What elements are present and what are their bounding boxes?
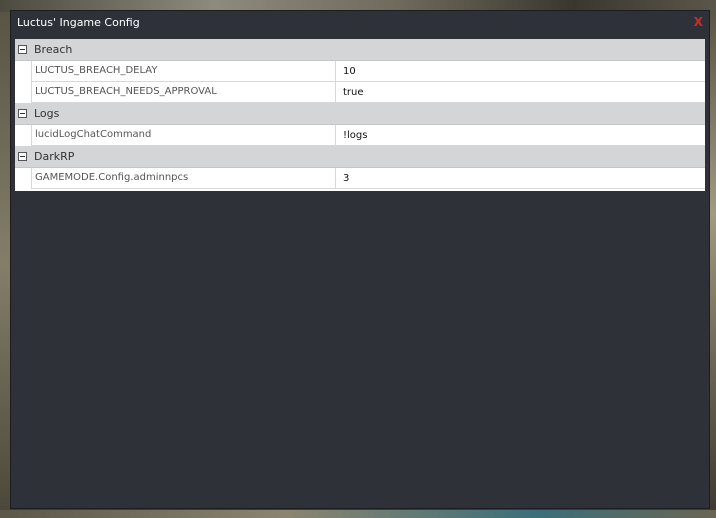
- config-window: Luctus' Ingame Config X Breach LUCTUS_BR…: [10, 10, 710, 509]
- category-label: Logs: [34, 107, 60, 120]
- config-value-input[interactable]: [336, 125, 705, 145]
- background-scenery-left: [0, 12, 10, 518]
- config-value-input[interactable]: [336, 61, 705, 81]
- config-row: lucidLogChatCommand: [31, 125, 705, 146]
- collapse-minus-icon[interactable]: [18, 152, 27, 161]
- config-value-input[interactable]: [336, 168, 705, 188]
- window-titlebar[interactable]: Luctus' Ingame Config X: [11, 11, 709, 35]
- category-label: DarkRP: [34, 150, 75, 163]
- window-title: Luctus' Ingame Config: [17, 16, 140, 29]
- config-value-input[interactable]: [336, 82, 705, 102]
- config-key: lucidLogChatCommand: [35, 129, 152, 140]
- collapse-minus-icon[interactable]: [18, 45, 27, 54]
- config-list: Breach LUCTUS_BREACH_DELAY LUCTUS_BREACH…: [15, 39, 705, 191]
- config-row: LUCTUS_BREACH_NEEDS_APPROVAL: [31, 82, 705, 103]
- close-button[interactable]: X: [694, 15, 703, 29]
- category-header-breach[interactable]: Breach: [15, 39, 705, 61]
- collapse-minus-icon[interactable]: [18, 109, 27, 118]
- config-key: LUCTUS_BREACH_DELAY: [35, 65, 158, 76]
- category-header-logs[interactable]: Logs: [15, 103, 705, 125]
- config-key: LUCTUS_BREACH_NEEDS_APPROVAL: [35, 86, 217, 97]
- category-label: Breach: [34, 43, 73, 56]
- config-key: GAMEMODE.Config.adminnpcs: [35, 172, 189, 183]
- config-row: GAMEMODE.Config.adminnpcs: [31, 168, 705, 189]
- config-row: LUCTUS_BREACH_DELAY: [31, 61, 705, 82]
- category-header-darkrp[interactable]: DarkRP: [15, 146, 705, 168]
- background-scenery-bottom: [0, 510, 716, 518]
